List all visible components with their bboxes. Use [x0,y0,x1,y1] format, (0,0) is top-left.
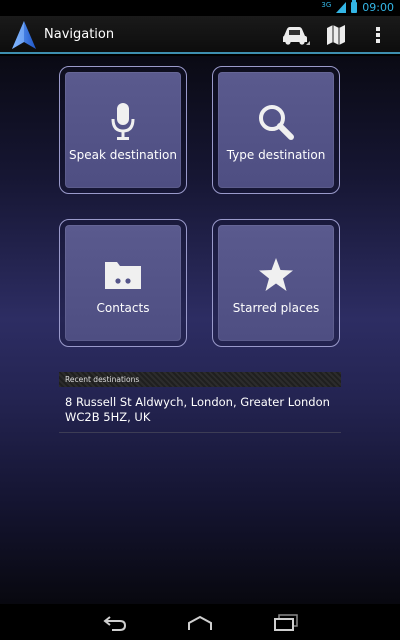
main-content: Speak destination Type destination Conta… [0,56,400,604]
search-icon [256,102,296,142]
back-icon[interactable] [101,613,129,633]
type-destination-label: Type destination [226,148,326,162]
recent-destinations-header: Recent destinations [59,372,341,387]
microphone-icon [103,102,143,142]
battery-icon [351,0,358,13]
recent-apps-icon[interactable] [272,613,300,633]
signal-icon [336,2,347,13]
network-type: 3G [321,0,332,9]
recent-destination-item[interactable]: 8 Russell St Aldwych, London, Greater Lo… [59,389,341,433]
status-bar: 3G 09:00 [0,0,400,16]
contacts-label: Contacts [96,301,150,315]
map-icon[interactable] [326,22,346,48]
recent-address-line2: WC2B 5HZ, UK [65,410,151,424]
contacts-folder-icon [103,255,143,295]
starred-places-label: Starred places [232,301,320,315]
star-icon [256,255,296,295]
type-destination-tile[interactable]: Type destination [212,66,340,194]
app-title: Navigation [44,27,115,42]
speak-destination-button[interactable]: Speak destination [65,72,181,188]
recent-address-line1: 8 Russell St Aldwych, London, Greater Lo… [65,395,330,409]
starred-places-tile[interactable]: Starred places [212,219,340,347]
status-icons: 3G 09:00 [321,0,394,14]
overflow-menu-icon[interactable] [372,22,384,48]
clock: 09:00 [362,1,394,14]
contacts-tile[interactable]: Contacts [59,219,187,347]
speak-destination-label: Speak destination [69,148,177,162]
starred-places-button[interactable]: Starred places [218,225,334,341]
system-nav-bar [0,604,400,640]
home-icon[interactable] [186,613,214,633]
type-destination-button[interactable]: Type destination [218,72,334,188]
action-bar: Navigation [0,16,400,54]
car-icon[interactable] [280,22,310,48]
contacts-button[interactable]: Contacts [65,225,181,341]
navigation-arrow-icon[interactable] [12,21,36,49]
speak-destination-tile[interactable]: Speak destination [59,66,187,194]
